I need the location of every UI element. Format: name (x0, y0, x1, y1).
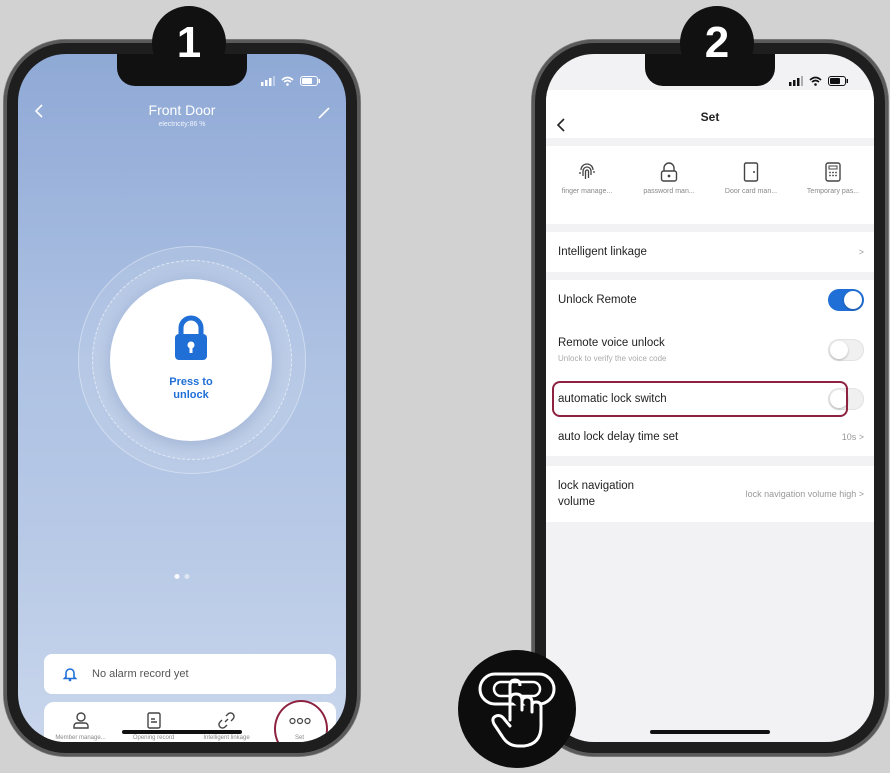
alarm-record-card[interactable]: No alarm record yet (44, 654, 336, 694)
status-bar (261, 76, 320, 86)
row-label-line2: volume (558, 496, 596, 508)
chevron-right-icon: > (858, 247, 864, 257)
battery-level-text: electricity:86 % (158, 121, 206, 128)
automatic-lock-highlight (552, 381, 848, 417)
tab-label: Member manage... (55, 735, 106, 741)
door-icon (743, 162, 759, 182)
padlock-icon (175, 315, 207, 360)
unlock-label: Press to unlock (169, 376, 213, 401)
page-title: Front Door (148, 102, 216, 118)
header: Set (546, 90, 874, 138)
header: Front Door electricity:86 % (18, 94, 346, 144)
press-to-unlock-button[interactable]: Press to unlock (110, 279, 272, 441)
shortcut-label: finger manage... (561, 188, 613, 195)
step-2-badge: 2 (680, 6, 754, 80)
bell-icon (62, 668, 78, 682)
door-card-shortcut[interactable]: Door card man... (710, 146, 792, 224)
page-title: Set (700, 110, 720, 124)
alarm-text: No alarm record yet (92, 668, 189, 680)
password-manage-shortcut[interactable]: password man... (628, 146, 710, 224)
wifi-icon (281, 76, 294, 86)
lock-navigation-volume-row[interactable]: lock navigation volume lock navigation v… (546, 466, 874, 522)
temporary-password-shortcut[interactable]: Temporary pas... (792, 146, 874, 224)
row-label: auto lock delay time set (558, 431, 679, 443)
shortcut-label: Door card man... (724, 188, 778, 195)
tab-intelligent-linkage[interactable]: Intelligent linkage (190, 702, 263, 742)
keypad-icon (825, 162, 841, 182)
finger-manage-shortcut[interactable]: finger manage... (546, 146, 628, 224)
home-indicator (122, 730, 242, 734)
unlock-remote-row: Unlock Remote (546, 280, 874, 320)
row-label: Intelligent linkage (558, 246, 647, 258)
volume-value: lock navigation volume high > (745, 489, 864, 499)
remote-voice-toggle[interactable] (828, 339, 864, 361)
unlock-remote-toggle[interactable] (828, 289, 864, 311)
page-indicator (174, 574, 190, 579)
phone-left: Front Door electricity:86 % Press to unl… (4, 40, 360, 756)
lock-home-screen: Front Door electricity:86 % Press to unl… (18, 54, 346, 742)
tab-label: Opening record (132, 735, 175, 741)
tab-member-manage[interactable]: Member manage... (44, 702, 117, 742)
settings-screen: Set finger manage... password man... Doo… (546, 54, 874, 742)
row-label: Unlock Remote (558, 294, 637, 306)
wifi-icon (809, 76, 822, 86)
auto-lock-delay-row[interactable]: auto lock delay time set 10s > (546, 418, 874, 456)
home-indicator (650, 730, 770, 734)
person-icon (72, 712, 89, 729)
row-label: Remote voice unlock (558, 337, 665, 349)
status-bar (789, 76, 848, 86)
shortcut-label: password man... (643, 188, 695, 195)
remote-voice-unlock-row: Remote voice unlock Unlock to verify the… (546, 320, 874, 380)
tap-gesture-icon (458, 650, 576, 768)
document-icon (146, 712, 161, 729)
tab-label: Intelligent linkage (203, 735, 250, 741)
feature-shortcuts: finger manage... password man... Door ca… (546, 146, 874, 224)
phone-right: Set finger manage... password man... Doo… (532, 40, 888, 756)
padlock-icon (660, 162, 678, 182)
shortcut-label: Temporary pas... (806, 188, 860, 195)
signal-icon (261, 76, 275, 86)
intelligent-linkage-row[interactable]: Intelligent linkage > (546, 232, 874, 272)
signal-icon (789, 76, 803, 86)
tab-opening-record[interactable]: Opening record (117, 702, 190, 742)
battery-icon (828, 76, 848, 86)
row-sublabel: Unlock to verify the voice code (558, 354, 667, 363)
step-1-badge: 1 (152, 6, 226, 80)
fingerprint-icon (579, 163, 595, 179)
row-label: lock navigation (558, 480, 635, 492)
battery-icon (300, 76, 320, 86)
link-icon (218, 712, 235, 729)
delay-value: 10s > (841, 432, 864, 442)
edit-icon[interactable] (318, 106, 330, 124)
